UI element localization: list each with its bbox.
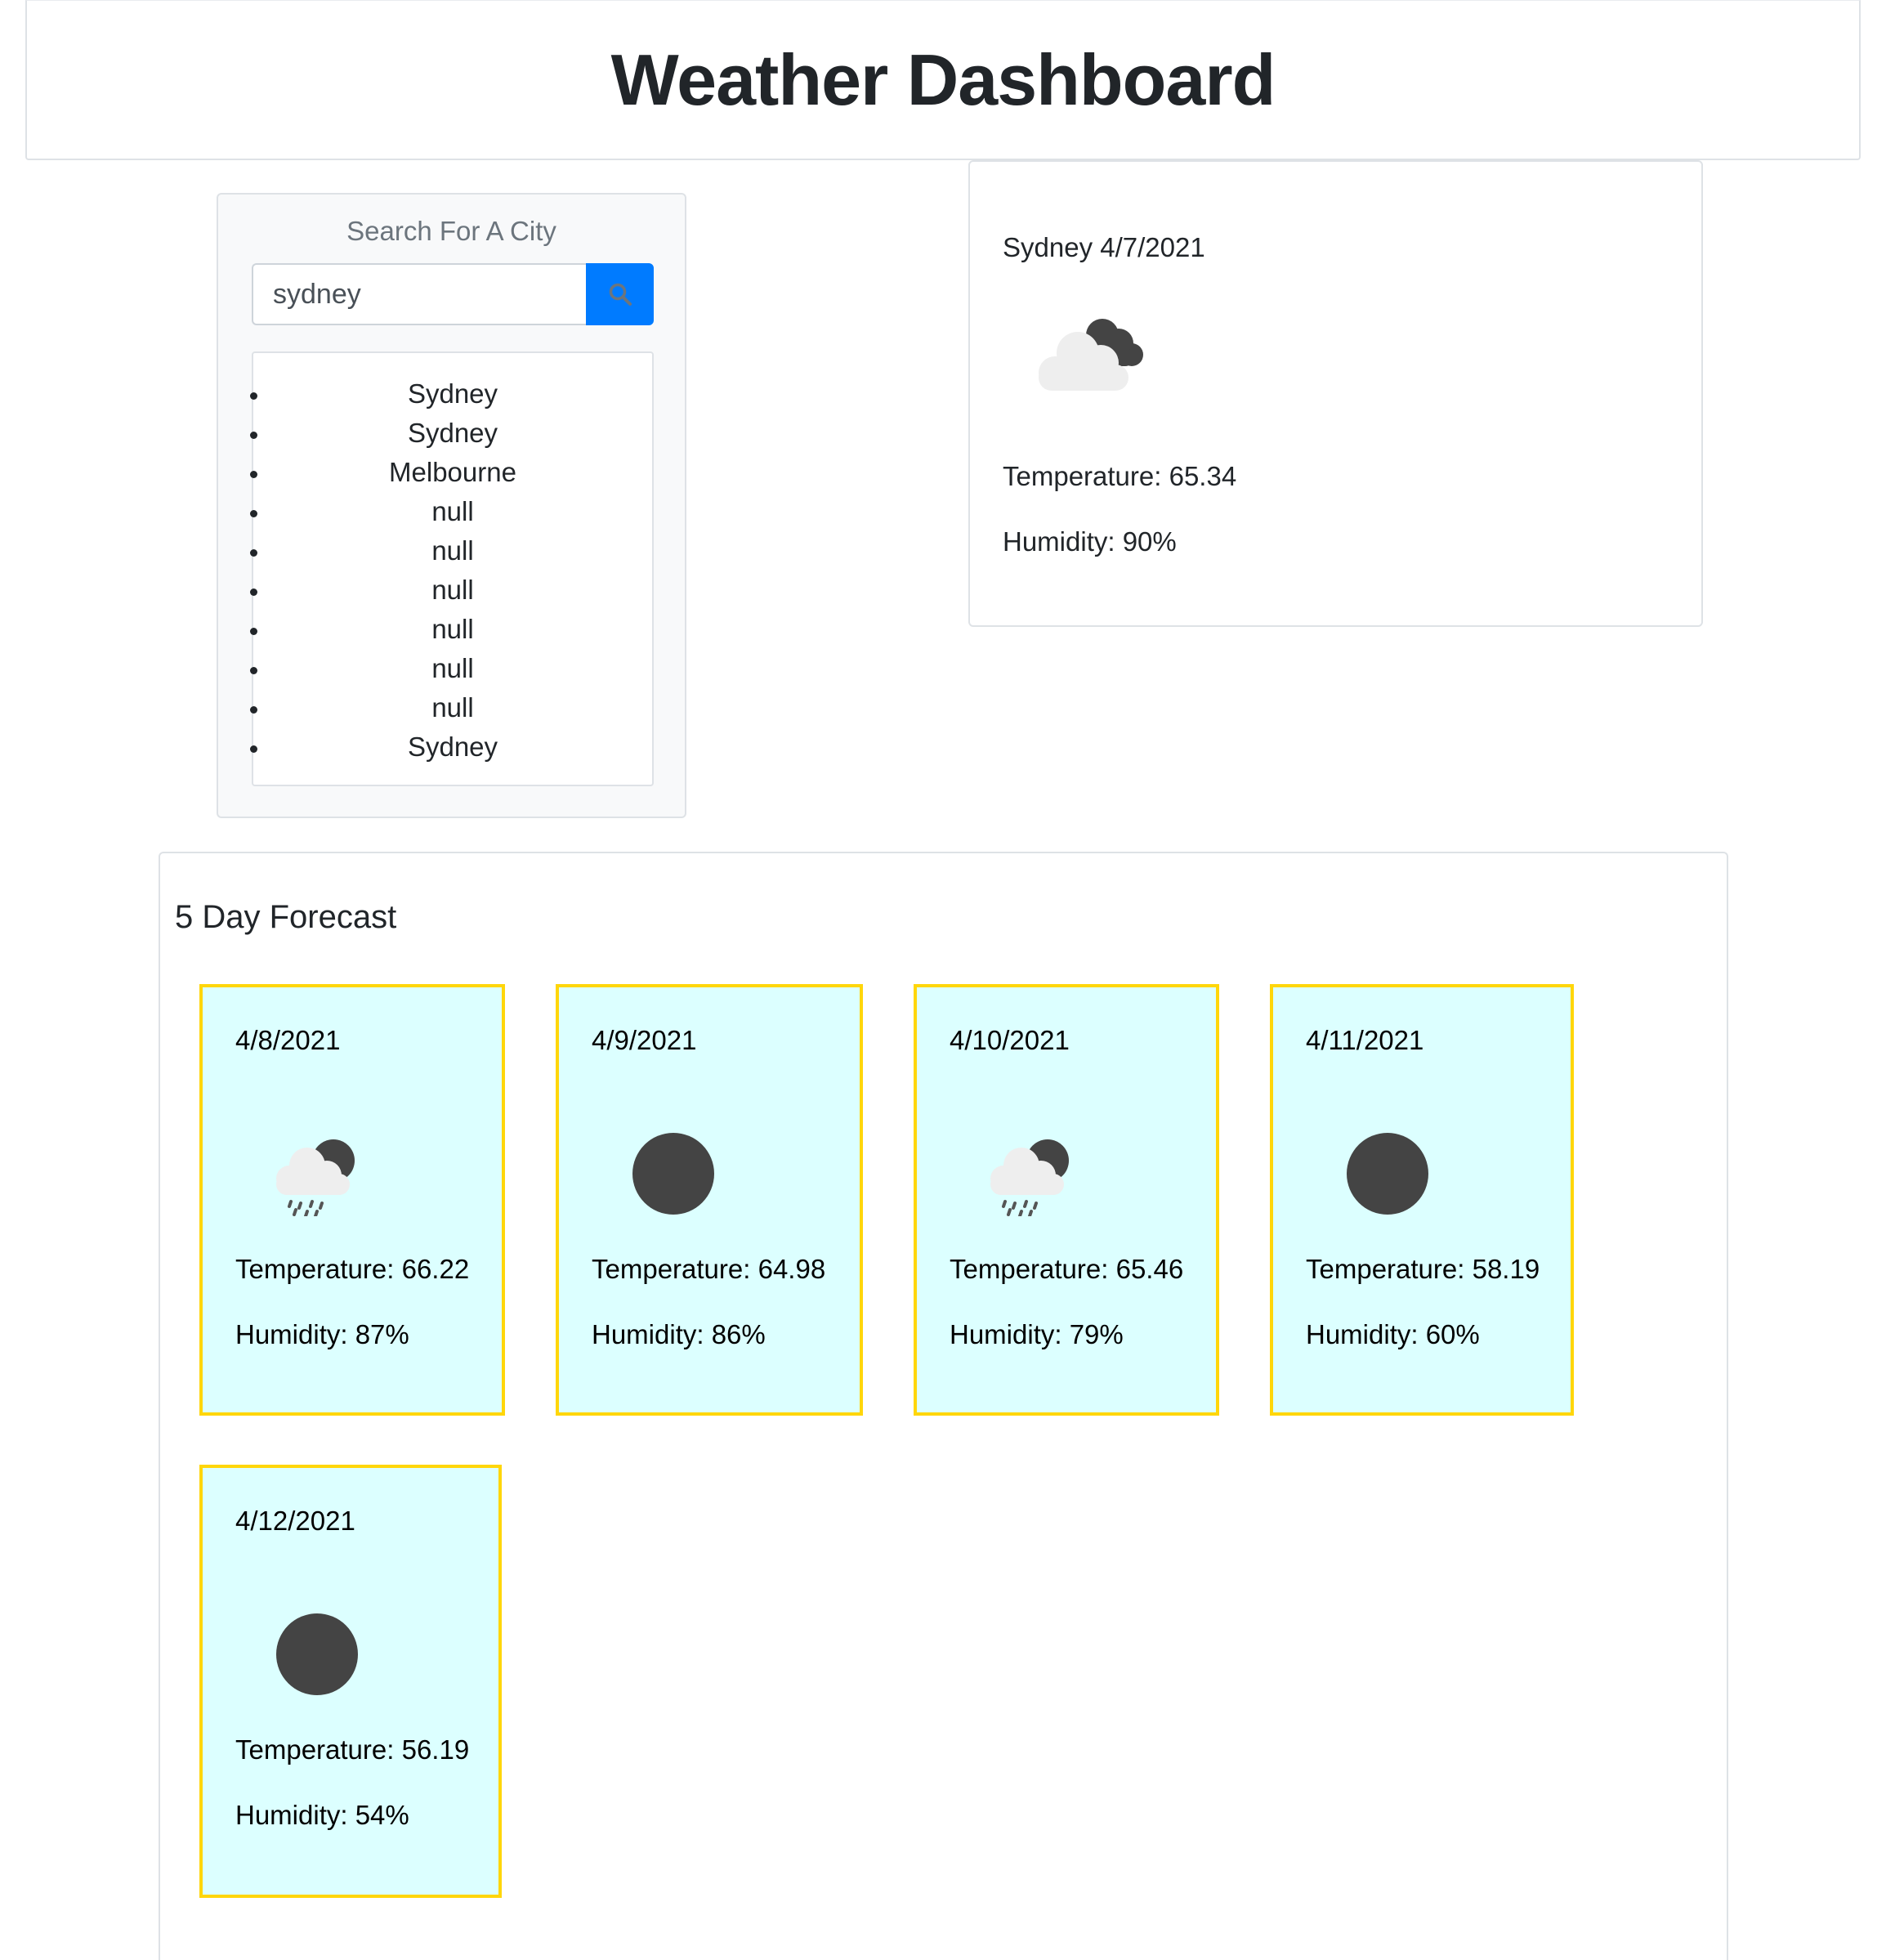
forecast-card: 4/11/2021 Temperature: 58.19 Humidity: 6…	[1270, 984, 1574, 1416]
current-weather-card: Sydney 4/7/2021 Temperature: 65.34 Humid…	[968, 160, 1703, 627]
history-item[interactable]: null	[270, 492, 652, 531]
current-city-date: Sydney 4/7/2021	[1003, 232, 1205, 262]
search-button[interactable]	[586, 263, 654, 325]
search-icon	[609, 283, 632, 306]
forecast-section: 5 Day Forecast 4/8/2021 Temperature: 66.…	[159, 852, 1728, 1960]
history-item[interactable]: Sydney	[270, 727, 652, 767]
search-title: Search For A City	[346, 216, 556, 246]
clear-sky-icon	[268, 1607, 366, 1701]
forecast-humidity: Humidity: 87%	[235, 1319, 409, 1349]
history-item[interactable]: null	[270, 610, 652, 649]
forecast-humidity: Humidity: 86%	[592, 1319, 766, 1349]
forecast-humidity: Humidity: 54%	[235, 1800, 409, 1830]
forecast-card: 4/8/2021 Temperature: 66.22 Humidity: 87…	[199, 984, 505, 1416]
history-item[interactable]: null	[270, 571, 652, 610]
clear-sky-icon	[624, 1126, 722, 1220]
forecast-date: 4/8/2021	[235, 1025, 341, 1055]
rain-icon	[982, 1126, 1080, 1220]
forecast-card: 4/10/2021 Temperature: 65.46 Humidity: 7…	[914, 984, 1219, 1416]
search-panel: Search For A City Sydney Sydney Melbourn…	[217, 193, 686, 818]
rain-icon	[268, 1126, 366, 1220]
city-search-input[interactable]	[252, 263, 586, 325]
forecast-date: 4/9/2021	[592, 1025, 697, 1055]
forecast-humidity: Humidity: 60%	[1306, 1319, 1480, 1349]
forecast-temperature: Temperature: 64.98	[592, 1254, 826, 1284]
history-item[interactable]: Sydney	[270, 414, 652, 453]
clear-sky-icon	[1339, 1126, 1437, 1220]
history-item[interactable]: Melbourne	[270, 453, 652, 492]
current-humidity: Humidity: 90%	[1003, 526, 1177, 557]
page-title: Weather Dashboard	[610, 38, 1276, 120]
forecast-date: 4/11/2021	[1306, 1025, 1424, 1055]
history-item[interactable]: Sydney	[270, 374, 652, 414]
forecast-date: 4/12/2021	[235, 1506, 355, 1536]
forecast-card: 4/9/2021 Temperature: 64.98 Humidity: 86…	[556, 984, 863, 1416]
history-item[interactable]: null	[270, 688, 652, 727]
forecast-date: 4/10/2021	[950, 1025, 1070, 1055]
forecast-temperature: Temperature: 56.19	[235, 1734, 470, 1765]
forecast-temperature: Temperature: 65.46	[950, 1254, 1184, 1284]
forecast-humidity: Humidity: 79%	[950, 1319, 1124, 1349]
current-temperature: Temperature: 65.34	[1003, 461, 1237, 491]
forecast-card: 4/12/2021 Temperature: 56.19 Humidity: 5…	[199, 1465, 502, 1898]
forecast-temperature: Temperature: 58.19	[1306, 1254, 1540, 1284]
forecast-temperature: Temperature: 66.22	[235, 1254, 470, 1284]
forecast-title: 5 Day Forecast	[175, 899, 397, 935]
history-item[interactable]: null	[270, 531, 652, 571]
search-history-list: Sydney Sydney Melbourne null null null n…	[253, 353, 652, 767]
broken-clouds-icon	[1027, 307, 1158, 401]
search-history: Sydney Sydney Melbourne null null null n…	[252, 351, 654, 786]
history-item[interactable]: null	[270, 649, 652, 688]
page-header: Weather Dashboard	[25, 0, 1861, 160]
